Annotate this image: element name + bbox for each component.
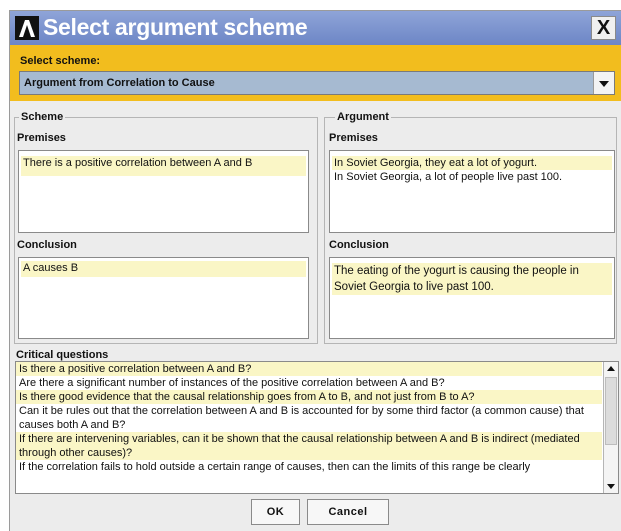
ok-button[interactable]: OK [251, 499, 300, 525]
critical-question-item[interactable]: If there are intervening variables, can … [16, 432, 602, 460]
critical-questions-label: Critical questions [16, 349, 109, 361]
scroll-up-arrow-icon[interactable] [604, 362, 618, 376]
scheme-conclusion-label: Conclusion [17, 239, 77, 251]
critical-question-item[interactable]: Is there good evidence that the causal r… [16, 390, 602, 404]
argument-panel: Argument Premises In Soviet Georgia, the… [324, 111, 617, 344]
critical-question-item[interactable]: Is there a positive correlation between … [16, 362, 602, 376]
dialog-title: Select argument scheme [43, 14, 308, 40]
argument-premise-line: In Soviet Georgia, they eat a lot of yog… [332, 156, 612, 170]
argument-panel-title: Argument [335, 111, 391, 123]
scheme-premises-label: Premises [17, 132, 66, 144]
scheme-dropdown-value: Argument from Correlation to Cause [24, 77, 215, 89]
title-bar: Select argument scheme X [10, 11, 621, 45]
vertical-scrollbar[interactable] [603, 362, 618, 493]
chevron-down-icon[interactable] [593, 72, 614, 94]
scheme-selector-bar: Select scheme: Argument from Correlation… [10, 45, 621, 101]
cancel-button[interactable]: Cancel [307, 499, 389, 525]
scheme-premise-line-fill [21, 170, 306, 176]
critical-questions-list[interactable]: Is there a positive correlation between … [15, 361, 619, 494]
scheme-conclusion-line: A causes B [21, 261, 306, 277]
scheme-dropdown[interactable]: Argument from Correlation to Cause [19, 71, 615, 95]
argument-premises-field[interactable]: In Soviet Georgia, they eat a lot of yog… [329, 150, 615, 233]
scrollbar-thumb[interactable] [605, 377, 617, 445]
scheme-conclusion-field[interactable]: A causes B [18, 257, 309, 339]
close-button[interactable]: X [591, 16, 616, 40]
critical-question-item[interactable]: If the correlation fails to hold outside… [16, 460, 602, 474]
critical-question-item[interactable]: Are there a significant number of instan… [16, 376, 602, 390]
scheme-panel: Scheme Premises There is a positive corr… [14, 111, 318, 344]
scroll-down-arrow-icon[interactable] [604, 479, 618, 493]
argument-premise-line: In Soviet Georgia, a lot of people live … [334, 171, 563, 183]
argument-conclusion-field[interactable]: The eating of the yogurt is causing the … [329, 257, 615, 339]
app-logo-icon [15, 16, 39, 40]
argument-premises-label: Premises [329, 132, 378, 144]
scheme-panel-title: Scheme [19, 111, 66, 123]
critical-questions-content: Is there a positive correlation between … [16, 362, 602, 474]
scheme-premises-field[interactable]: There is a positive correlation between … [18, 150, 309, 233]
argument-conclusion-line: Soviet Georgia to live past 100. [332, 279, 612, 295]
select-scheme-label: Select scheme: [20, 55, 101, 67]
critical-question-item[interactable]: Can it be rules out that the correlation… [16, 404, 602, 432]
argument-conclusion-line: The eating of the yogurt is causing the … [332, 263, 612, 279]
scheme-premise-line: There is a positive correlation between … [21, 156, 306, 170]
argument-conclusion-label: Conclusion [329, 239, 389, 251]
select-argument-scheme-dialog: Select argument scheme X Select scheme: … [9, 10, 621, 531]
